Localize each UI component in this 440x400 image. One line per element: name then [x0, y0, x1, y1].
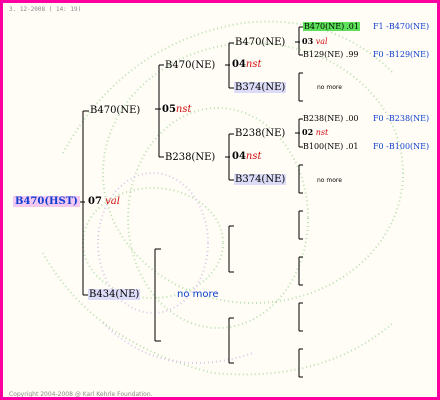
gen3-node-0[interactable]: B470(NE) [235, 36, 285, 49]
gen2-node-1[interactable]: B238(NE) [165, 151, 215, 164]
gen3-info-0: 03 val [302, 36, 328, 47]
gen3-tag-2: nst [315, 128, 329, 137]
gen2-num-1: 04 [232, 151, 246, 162]
gen4-name-1[interactable]: B129(NE) [303, 50, 343, 59]
gen4-ref-0[interactable]: F1 -B470(NE) [373, 21, 429, 32]
gen3-node-2[interactable]: B238(NE) [235, 127, 285, 140]
root-node[interactable]: B470(HST) [13, 195, 80, 208]
gen4-ref-1[interactable]: F0 -B129(NE) [373, 49, 429, 60]
gen4-node-2[interactable]: B238(NE) .00 [303, 113, 359, 124]
gen3-info-2: 02 nst [302, 127, 328, 138]
root-num: 07 [88, 196, 102, 207]
gen4-node-1[interactable]: B129(NE) .99 [303, 49, 359, 60]
gen4-ref-3[interactable]: F0 -B100(NE) [373, 141, 429, 152]
gen3-node-3[interactable]: B374(NE) [234, 173, 287, 186]
gen1-node-1[interactable]: B434(NE) [88, 288, 141, 301]
root-tag: val [105, 196, 120, 207]
gen2-name-0[interactable]: B470(NE) [165, 60, 215, 71]
gen4-value-0: .01 [345, 22, 360, 31]
gen4-node-0[interactable]: B470(NE) .01 [303, 21, 360, 32]
gen3-nomore-3: no more [317, 177, 342, 184]
gen3-node-1[interactable]: B374(NE) [234, 81, 287, 94]
gen3-name-3[interactable]: B374(NE) [234, 174, 287, 185]
pedigree-frame: 3. 12-2008 ( 14: 19) B470(HST) 07 val B4… [0, 0, 440, 400]
gen4-value-2: .00 [345, 114, 359, 123]
gen3-name-1[interactable]: B374(NE) [234, 82, 287, 93]
gen1-name-1[interactable]: B434(NE) [88, 289, 141, 300]
gen3-tag-0: val [315, 37, 328, 46]
gen3-name-2[interactable]: B238(NE) [235, 128, 285, 139]
gen1-name-0[interactable]: B470(NE) [90, 105, 140, 116]
root-info: 07 val [88, 195, 120, 208]
gen3-nomore-1: no more [317, 84, 342, 91]
copyright: Copyright 2004-2008 @ Karl Kehrle Founda… [9, 391, 153, 398]
gen2-info-1: 04nst [232, 150, 262, 163]
gen4-name-0[interactable]: B470(NE) [303, 22, 346, 31]
gen1-num-0: 05 [162, 104, 176, 115]
gen3-num-0: 03 [302, 36, 314, 46]
gen2-node-0[interactable]: B470(NE) [165, 59, 215, 72]
gen4-value-3: .01 [345, 142, 359, 151]
gen1-nomore-1: no more [177, 289, 219, 300]
root-name[interactable]: B470(HST) [13, 196, 80, 207]
gen2-tag-1: nst [245, 151, 262, 162]
gen1-node-0[interactable]: B470(NE) [90, 104, 140, 117]
gen4-value-1: .99 [345, 50, 359, 59]
gen3-num-2: 02 [302, 127, 314, 137]
gen1-tag-0: nst [175, 104, 192, 115]
gen4-node-3[interactable]: B100(NE) .01 [303, 141, 359, 152]
gen2-num-0: 04 [232, 59, 246, 70]
gen2-tag-0: nst [245, 59, 262, 70]
gen4-name-2[interactable]: B238(NE) [303, 114, 343, 123]
gen1-info-0: 05nst [162, 103, 192, 116]
gen3-name-0[interactable]: B470(NE) [235, 37, 285, 48]
gen2-name-1[interactable]: B238(NE) [165, 152, 215, 163]
gen2-info-0: 04nst [232, 58, 262, 71]
gen4-name-3[interactable]: B100(NE) [303, 142, 343, 151]
gen4-ref-2[interactable]: F0 -B238(NE) [373, 113, 429, 124]
